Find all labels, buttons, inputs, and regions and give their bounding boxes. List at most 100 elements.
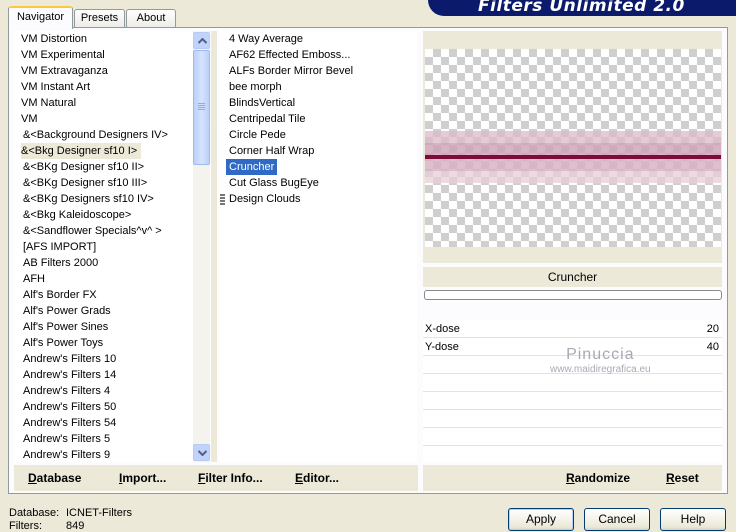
chevron-up-icon	[198, 38, 207, 44]
filter-item-row: Cut Glass BugEye	[219, 175, 417, 191]
status-area: Database: ICNET-Filters Filters: 849	[9, 507, 132, 532]
grip-icon	[220, 194, 225, 205]
chevron-down-icon	[198, 450, 207, 456]
filter-item-row: AF62 Effected Emboss...	[219, 47, 417, 63]
category-item[interactable]: VM Experimental	[14, 47, 193, 63]
category-item[interactable]: &<Bkg Kaleidoscope>	[14, 207, 193, 223]
preview-stripe	[425, 159, 721, 171]
category-item[interactable]: [AFS IMPORT]	[14, 239, 193, 255]
filter-item[interactable]: Corner Half Wrap	[219, 143, 314, 159]
reset-button[interactable]: Reset	[666, 471, 699, 485]
category-item[interactable]: Andrew's Filters 10	[14, 351, 193, 367]
database-button[interactable]: Database	[28, 471, 81, 485]
filter-item[interactable]: 4 Way Average	[219, 31, 303, 47]
filter-info-button[interactable]: Filter Info...	[198, 471, 263, 485]
param-row-empty	[423, 428, 722, 446]
list-button-bar: Database Import... Filter Info... Editor…	[14, 465, 418, 491]
category-item[interactable]: VM	[14, 111, 193, 127]
watermark: Pinuccia www.maidiregrafica.eu	[550, 346, 651, 376]
param-row-empty	[423, 392, 722, 410]
param-row-x-dose[interactable]: X-dose 20	[423, 320, 722, 338]
category-item[interactable]: VM Distortion	[14, 31, 193, 47]
preview-image[interactable]	[425, 49, 721, 247]
category-item[interactable]: &<Bkg Designer sf10 I>	[21, 143, 142, 159]
filter-item-row: Cruncher	[219, 159, 417, 175]
tab-navigator[interactable]: Navigator	[8, 6, 73, 29]
filter-item[interactable]: Circle Pede	[219, 127, 286, 143]
watermark-url: www.maidiregrafica.eu	[550, 364, 651, 375]
category-item[interactable]: &<Background Designers IV>	[14, 127, 193, 143]
category-item[interactable]: VM Extravaganza	[14, 63, 193, 79]
category-item-row: &<Bkg Designer sf10 I>	[14, 143, 193, 159]
database-value: ICNET-Filters	[66, 507, 132, 519]
category-item[interactable]: AB Filters 2000	[14, 255, 193, 271]
grip-icon	[198, 103, 205, 111]
param-name: Y-dose	[425, 341, 459, 353]
help-button[interactable]: Help	[660, 508, 726, 531]
category-item[interactable]: &<BKg Designers sf10 IV>	[14, 191, 193, 207]
category-item[interactable]: Andrew's Filters 9	[14, 447, 193, 462]
randomize-button[interactable]: Randomize	[566, 471, 630, 485]
filter-item-row: Circle Pede	[219, 127, 417, 143]
filter-item[interactable]: bee morph	[219, 79, 282, 95]
apply-button[interactable]: Apply	[508, 508, 574, 531]
category-item[interactable]: &<Sandflower Specials^v^ >	[14, 223, 193, 239]
import-button[interactable]: Import...	[119, 471, 166, 485]
filter-item[interactable]: Cut Glass BugEye	[219, 175, 319, 191]
filter-item[interactable]: BlindsVertical	[219, 95, 295, 111]
tab-presets[interactable]: Presets	[74, 9, 125, 28]
watermark-title: Pinuccia	[566, 346, 635, 363]
preview-panel	[423, 31, 722, 263]
progress-bar	[424, 290, 722, 300]
category-item[interactable]: AFH	[14, 271, 193, 287]
scroll-up-button[interactable]	[193, 32, 210, 49]
filter-item-row: 4 Way Average	[219, 31, 417, 47]
filter-item[interactable]: Cruncher	[226, 159, 278, 175]
category-item[interactable]: Andrew's Filters 4	[14, 383, 193, 399]
param-row-empty	[423, 374, 722, 392]
filter-item-row: BlindsVertical	[219, 95, 417, 111]
filter-item[interactable]: AF62 Effected Emboss...	[219, 47, 350, 63]
preview-stripe	[425, 143, 721, 155]
selected-filter-name: Cruncher	[423, 267, 722, 287]
filter-item-row: ALFs Border Mirror Bevel	[219, 63, 417, 79]
category-item[interactable]: Alf's Power Grads	[14, 303, 193, 319]
param-row-empty	[423, 410, 722, 428]
category-list[interactable]: VM Distortion VM Experimental VM Extravaga…	[14, 31, 193, 462]
category-item[interactable]: Andrew's Filters 54	[14, 415, 193, 431]
filter-item[interactable]: ALFs Border Mirror Bevel	[219, 63, 353, 79]
tab-about[interactable]: About	[126, 9, 176, 28]
category-item[interactable]: Andrew's Filters 50	[14, 399, 193, 415]
cancel-button[interactable]: Cancel	[584, 508, 650, 531]
editor-button[interactable]: Editor...	[295, 471, 339, 485]
database-label: Database:	[9, 507, 60, 519]
filters-count-label: Filters:	[9, 520, 42, 532]
category-item[interactable]: VM Natural	[14, 95, 193, 111]
category-item[interactable]: Alf's Power Toys	[14, 335, 193, 351]
preview-stripe	[425, 131, 721, 143]
param-button-bar: Randomize Reset	[423, 465, 722, 491]
filter-item[interactable]: Centripedal Tile	[219, 111, 305, 127]
list-divider[interactable]	[211, 31, 217, 462]
category-item[interactable]: &<BKg Designer sf10 II>	[14, 159, 193, 175]
category-item[interactable]: Alf's Border FX	[14, 287, 193, 303]
category-item[interactable]: Andrew's Filters 14	[14, 367, 193, 383]
app-title: Filters Unlimited 2.0	[478, 0, 685, 16]
category-item[interactable]: Alf's Power Sines	[14, 319, 193, 335]
filter-item-row: Corner Half Wrap	[219, 143, 417, 159]
scroll-thumb[interactable]	[193, 50, 210, 165]
filter-item-row: Centripedal Tile	[219, 111, 417, 127]
filters-count-value: 849	[66, 520, 85, 532]
category-item[interactable]: Andrew's Filters 5	[14, 431, 193, 447]
param-name: X-dose	[425, 323, 460, 335]
category-scrollbar[interactable]	[193, 31, 210, 462]
filter-item-row: Design Clouds	[219, 191, 417, 207]
scroll-down-button[interactable]	[193, 444, 210, 461]
param-value: 40	[706, 341, 719, 353]
category-item[interactable]: &<BKg Designer sf10 III>	[14, 175, 193, 191]
filter-item-row: bee morph	[219, 79, 417, 95]
category-item[interactable]: VM Instant Art	[14, 79, 193, 95]
filter-item[interactable]: Design Clouds	[219, 191, 301, 207]
preview-stripe	[425, 171, 721, 183]
filter-list[interactable]: 4 Way Average AF62 Effected Emboss... ALFs…	[219, 31, 417, 462]
